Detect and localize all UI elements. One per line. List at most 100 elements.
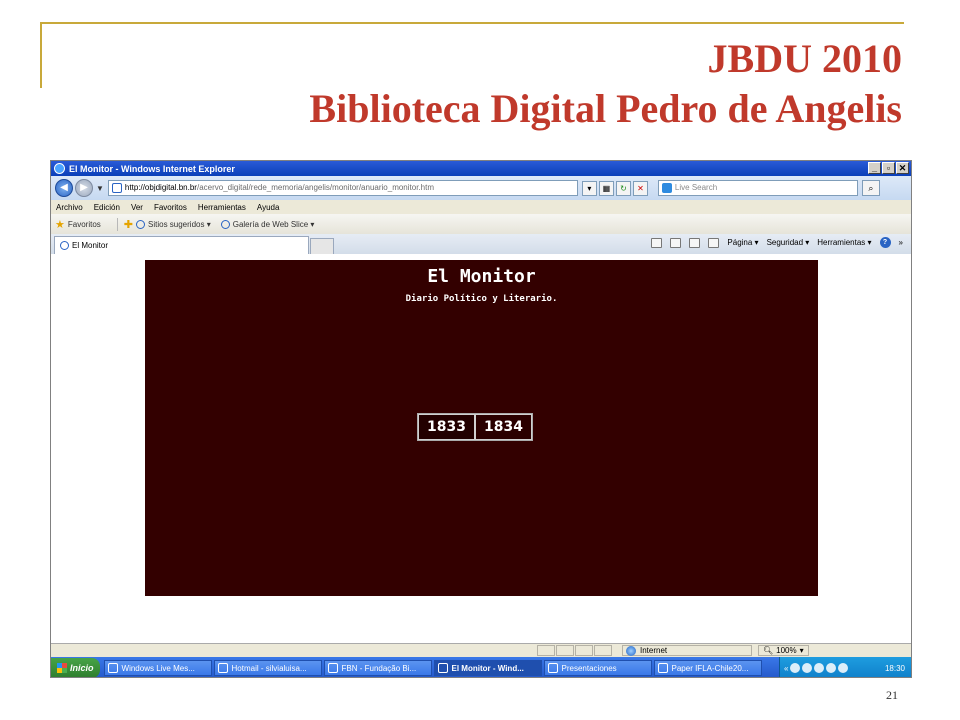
taskbar-item-label: Presentaciones xyxy=(561,663,617,673)
taskbar-item-label: Hotmail - silvialuisa... xyxy=(231,663,307,673)
search-go-icon[interactable]: ⌕ xyxy=(861,180,880,196)
word-icon xyxy=(657,663,668,673)
favorites-label: Favoritos xyxy=(67,219,101,229)
menu-favoritos[interactable]: Favoritos xyxy=(154,203,187,212)
ie-icon xyxy=(60,241,69,250)
home-icon[interactable] xyxy=(651,237,663,248)
minimize-button[interactable]: _ xyxy=(868,162,881,174)
ie-icon xyxy=(220,219,230,229)
taskbar-item-label: FBN - Fundação Bi... xyxy=(341,663,417,673)
menu-edicion[interactable]: Edición xyxy=(94,203,120,212)
slide-title: JBDU 2010 Biblioteca Digital Pedro de An… xyxy=(309,34,902,134)
tray-expand-icon[interactable]: « xyxy=(784,664,788,673)
url-dropdown-icon[interactable]: ▾ xyxy=(581,180,597,196)
address-bar: ◀ ▶ ▼ http://objdigital.bn.br/acervo_dig… xyxy=(51,176,911,200)
separator xyxy=(116,217,118,231)
taskbar-item-presentaciones[interactable]: Presentaciones xyxy=(543,660,652,676)
status-cell xyxy=(594,645,612,656)
tools-menu[interactable]: Herramientas ▾ xyxy=(817,238,871,247)
search-input[interactable]: Live Search xyxy=(657,180,858,196)
ie-icon xyxy=(327,663,338,673)
menu-ver[interactable]: Ver xyxy=(131,203,143,212)
close-button[interactable]: ✕ xyxy=(896,162,909,174)
refresh-icon[interactable]: ↻ xyxy=(615,180,631,196)
security-zone[interactable]: Internet xyxy=(622,645,752,656)
status-cell xyxy=(537,645,555,656)
star-icon: ★ xyxy=(55,218,65,231)
page-title: El Monitor xyxy=(427,266,536,287)
accent-line-vertical xyxy=(40,22,42,88)
favorites-button[interactable]: ★ Favoritos xyxy=(55,218,101,231)
status-bar: Internet 🔍︎ 100% ▾ xyxy=(51,643,911,657)
mail-icon[interactable] xyxy=(689,237,701,248)
web-slice-gallery-label: Galería de Web Slice ▾ xyxy=(232,219,315,229)
ie-icon xyxy=(217,663,228,673)
tab-el-monitor[interactable]: El Monitor xyxy=(54,236,309,254)
new-tab-button[interactable] xyxy=(310,238,334,254)
taskbar-item-fbn[interactable]: FBN - Fundação Bi... xyxy=(323,660,432,676)
favorites-bar: ★ Favoritos ✚ Sitios sugeridos ▾ Galería… xyxy=(51,214,911,234)
suggested-sites-label: Sitios sugeridos ▾ xyxy=(148,219,211,229)
history-dropdown-icon[interactable]: ▼ xyxy=(96,184,104,193)
suggested-sites-button[interactable]: Sitios sugeridos ▾ xyxy=(136,219,211,229)
compatibility-icon[interactable]: ▦ xyxy=(598,180,614,196)
taskbar-item-label: Paper IFLA-Chile20... xyxy=(671,663,749,673)
status-cell xyxy=(575,645,593,656)
feeds-icon[interactable] xyxy=(670,237,682,248)
windows-taskbar: Inicio Windows Live Mes... Hotmail - sil… xyxy=(51,657,911,677)
zoom-icon: 🔍︎ xyxy=(763,646,774,655)
menu-archivo[interactable]: Archivo xyxy=(56,203,83,212)
url-path: /acervo_digital/rede_memoria/angelis/mon… xyxy=(196,183,434,192)
menu-ayuda[interactable]: Ayuda xyxy=(257,203,280,212)
forward-button[interactable]: ▶ xyxy=(75,179,93,197)
tray-icon[interactable] xyxy=(814,663,825,673)
year-link-1834[interactable]: 1834 xyxy=(475,414,532,440)
clock: 18:30 xyxy=(884,663,905,673)
command-bar: Página ▾ Seguridad ▾ Herramientas ▾ ? » xyxy=(651,237,903,248)
window-title: El Monitor - Windows Internet Explorer xyxy=(69,163,235,174)
taskbar-item-label: El Monitor - Wind... xyxy=(451,663,524,673)
page-icon xyxy=(111,183,122,193)
search-placeholder: Live Search xyxy=(674,183,718,192)
ie-icon xyxy=(136,219,145,229)
add-favorite-icon[interactable]: ✚ xyxy=(124,218,133,231)
taskbar-item-el-monitor[interactable]: El Monitor - Wind... xyxy=(433,660,542,676)
start-label: Inicio xyxy=(70,663,94,673)
tray-icon[interactable] xyxy=(826,663,837,673)
page-menu[interactable]: Página ▾ xyxy=(727,238,758,247)
taskbar-item-paper-ifla[interactable]: Paper IFLA-Chile20... xyxy=(653,660,762,676)
tab-label: El Monitor xyxy=(72,241,109,250)
window-controls: _ ▫ ✕ xyxy=(868,162,909,174)
year-link-1833[interactable]: 1833 xyxy=(418,414,475,440)
security-menu[interactable]: Seguridad ▾ xyxy=(767,238,810,247)
folder-icon xyxy=(547,663,558,673)
back-button[interactable]: ◀ xyxy=(55,179,73,197)
start-button[interactable]: Inicio xyxy=(51,658,100,677)
monitor-page: El Monitor Diario Político y Literario. … xyxy=(145,260,818,596)
messenger-icon xyxy=(107,663,118,673)
taskbar-item-hotmail[interactable]: Hotmail - silvialuisa... xyxy=(213,660,322,676)
tray-icon[interactable] xyxy=(790,663,801,673)
taskbar-item-windows-live[interactable]: Windows Live Mes... xyxy=(103,660,212,676)
slide-title-line-2: Biblioteca Digital Pedro de Angelis xyxy=(309,86,902,131)
help-icon[interactable]: ? xyxy=(879,237,891,248)
stop-icon[interactable]: ✕ xyxy=(632,180,648,196)
restore-button[interactable]: ▫ xyxy=(882,162,895,174)
live-search-icon xyxy=(661,183,672,193)
chevron-more-icon[interactable]: » xyxy=(899,238,903,247)
tray-icon[interactable] xyxy=(838,663,849,673)
globe-icon xyxy=(626,645,636,656)
menu-herramientas[interactable]: Herramientas xyxy=(198,203,246,212)
windows-logo-icon xyxy=(57,663,67,673)
page-subtitle: Diario Político y Literario. xyxy=(405,294,558,304)
window-titlebar[interactable]: El Monitor - Windows Internet Explorer _… xyxy=(51,161,911,176)
address-tools: ▾ ▦ ↻ ✕ xyxy=(581,180,648,196)
accent-line-horizontal xyxy=(40,22,904,24)
zoom-control[interactable]: 🔍︎ 100% ▾ xyxy=(758,645,809,656)
url-field[interactable]: http://objdigital.bn.br/acervo_digital/r… xyxy=(107,180,578,196)
print-icon[interactable] xyxy=(708,237,720,248)
ie-icon xyxy=(437,663,448,673)
web-slice-gallery-button[interactable]: Galería de Web Slice ▾ xyxy=(220,219,315,229)
url-host: http://objdigital.bn.br xyxy=(124,183,197,192)
tray-icon[interactable] xyxy=(802,663,813,673)
